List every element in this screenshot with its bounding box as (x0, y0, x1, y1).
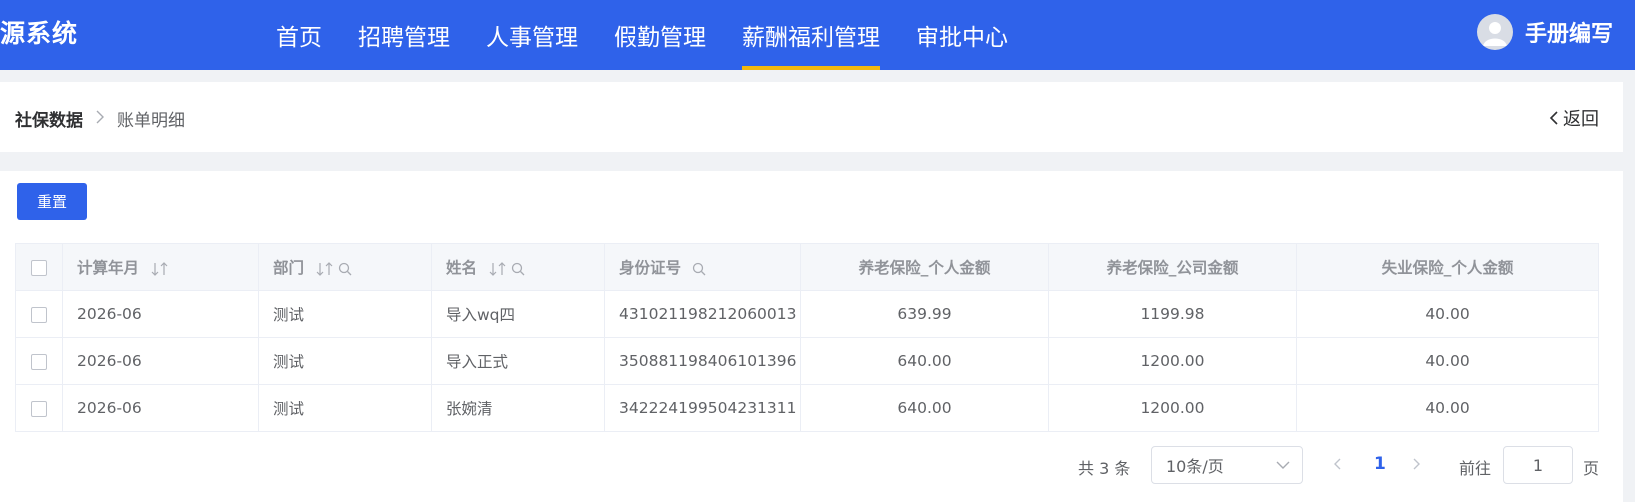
column-header-department[interactable]: 部门 (258, 243, 432, 291)
search-icon[interactable] (338, 262, 352, 276)
cell-name: 导入正式 (431, 337, 605, 385)
nav-item-personnel[interactable]: 人事管理 (468, 0, 596, 70)
main-panel: 重置 计算年月 部门 姓名 身份证号 养老保险_个人金额 养老保险_公司金额 失… (0, 171, 1623, 502)
goto-label: 前往 (1459, 459, 1492, 478)
column-header-name[interactable]: 姓名 (431, 243, 605, 291)
nav-item-home[interactable]: 首页 (258, 0, 340, 70)
app-title: 源系统 (0, 19, 79, 48)
breadcrumb: 社保数据 账单明细 (15, 106, 185, 131)
cell-unemployment-personal: 40.00 (1296, 290, 1599, 338)
page-number-current[interactable]: 1 (1374, 454, 1386, 474)
reset-button[interactable]: 重置 (17, 183, 87, 220)
next-page-button[interactable] (1412, 456, 1422, 476)
select-all-cell (15, 243, 63, 291)
cell-unemployment-personal: 40.00 (1296, 384, 1599, 432)
cell-department: 测试 (258, 337, 432, 385)
search-icon[interactable] (511, 262, 525, 276)
breadcrumb-current: 账单明细 (117, 111, 185, 131)
cell-month: 2026-06 (62, 384, 259, 432)
table-row[interactable]: 2026-06 测试 张婉清 342224199504231311 640.00… (15, 384, 1599, 432)
column-header-label: 姓名 (446, 259, 478, 277)
table-header-row: 计算年月 部门 姓名 身份证号 养老保险_个人金额 养老保险_公司金额 失业保险… (15, 243, 1599, 291)
goto-page-input[interactable] (1503, 446, 1573, 484)
row-select-cell (15, 337, 63, 385)
cell-id-number: 431021198212060013 (604, 290, 801, 338)
nav-item-approval[interactable]: 审批中心 (898, 0, 1026, 70)
table-row[interactable]: 2026-06 测试 导入正式 350881198406101396 640.0… (15, 337, 1599, 385)
row-checkbox[interactable] (31, 400, 47, 417)
breadcrumb-bar: 社保数据 账单明细 返回 (0, 82, 1623, 152)
cell-name: 导入wq四 (431, 290, 605, 338)
cell-unemployment-personal: 40.00 (1296, 337, 1599, 385)
breadcrumb-root[interactable]: 社保数据 (15, 106, 83, 131)
column-header-pension-company: 养老保险_公司金额 (1048, 243, 1297, 291)
row-checkbox[interactable] (31, 353, 47, 370)
column-header-label: 部门 (273, 259, 305, 277)
column-header-month[interactable]: 计算年月 (62, 243, 259, 291)
cell-pension-company: 1200.00 (1048, 337, 1297, 385)
chevron-right-icon (95, 109, 105, 128)
cell-name: 张婉清 (431, 384, 605, 432)
cell-pension-personal: 640.00 (800, 384, 1049, 432)
chevron-right-icon (1413, 458, 1420, 470)
bill-detail-table: 计算年月 部门 姓名 身份证号 养老保险_个人金额 养老保险_公司金额 失业保险… (15, 243, 1599, 432)
column-header-unemployment-personal: 失业保险_个人金额 (1296, 243, 1599, 291)
cell-pension-personal: 640.00 (800, 337, 1049, 385)
pagination: 共 3 条 10条/页 1 前往 页 (0, 446, 1623, 486)
cell-pension-personal: 639.99 (800, 290, 1049, 338)
sort-icon[interactable] (488, 261, 508, 276)
back-label: 返回 (1563, 109, 1599, 130)
chevron-left-icon (1549, 111, 1558, 125)
page-size-select[interactable]: 10条/页 (1151, 446, 1303, 484)
search-icon[interactable] (692, 262, 706, 276)
cell-id-number: 350881198406101396 (604, 337, 801, 385)
nav-item-attendance[interactable]: 假勤管理 (596, 0, 724, 70)
cell-pension-company: 1199.98 (1048, 290, 1297, 338)
cell-id-number: 342224199504231311 (604, 384, 801, 432)
top-nav-bar: 源系统 首页 招聘管理 人事管理 假勤管理 薪酬福利管理 审批中心 手册编写 (0, 0, 1635, 70)
prev-page-button[interactable] (1332, 456, 1342, 476)
avatar (1476, 14, 1513, 50)
nav-item-recruitment[interactable]: 招聘管理 (340, 0, 468, 70)
cell-month: 2026-06 (62, 290, 259, 338)
nav-item-compensation[interactable]: 薪酬福利管理 (724, 0, 898, 70)
column-header-pension-personal: 养老保险_个人金额 (800, 243, 1049, 291)
chevron-down-icon (1276, 461, 1290, 469)
column-header-label: 计算年月 (77, 259, 140, 277)
sort-icon[interactable] (150, 261, 170, 276)
row-select-cell (15, 384, 63, 432)
cell-department: 测试 (258, 384, 432, 432)
row-checkbox[interactable] (31, 306, 47, 323)
user-name: 手册编写 (1524, 22, 1613, 47)
column-header-label: 身份证号 (619, 259, 682, 277)
page-size-value: 10条/页 (1166, 457, 1224, 476)
sort-icon[interactable] (315, 261, 335, 276)
row-select-cell (15, 290, 63, 338)
user-menu[interactable]: 手册编写 (1476, 14, 1613, 50)
total-count: 共 3 条 (1078, 459, 1131, 478)
cell-pension-company: 1200.00 (1048, 384, 1297, 432)
goto-suffix: 页 (1583, 459, 1600, 478)
main-nav: 首页 招聘管理 人事管理 假勤管理 薪酬福利管理 审批中心 (258, 0, 1026, 70)
select-all-checkbox[interactable] (31, 259, 47, 276)
user-icon (1482, 22, 1507, 46)
table-row[interactable]: 2026-06 测试 导入wq四 431021198212060013 639.… (15, 290, 1599, 338)
cell-month: 2026-06 (62, 337, 259, 385)
cell-department: 测试 (258, 290, 432, 338)
chevron-left-icon (1334, 458, 1341, 470)
back-button[interactable]: 返回 (1549, 105, 1599, 131)
column-header-id-number[interactable]: 身份证号 (604, 243, 801, 291)
